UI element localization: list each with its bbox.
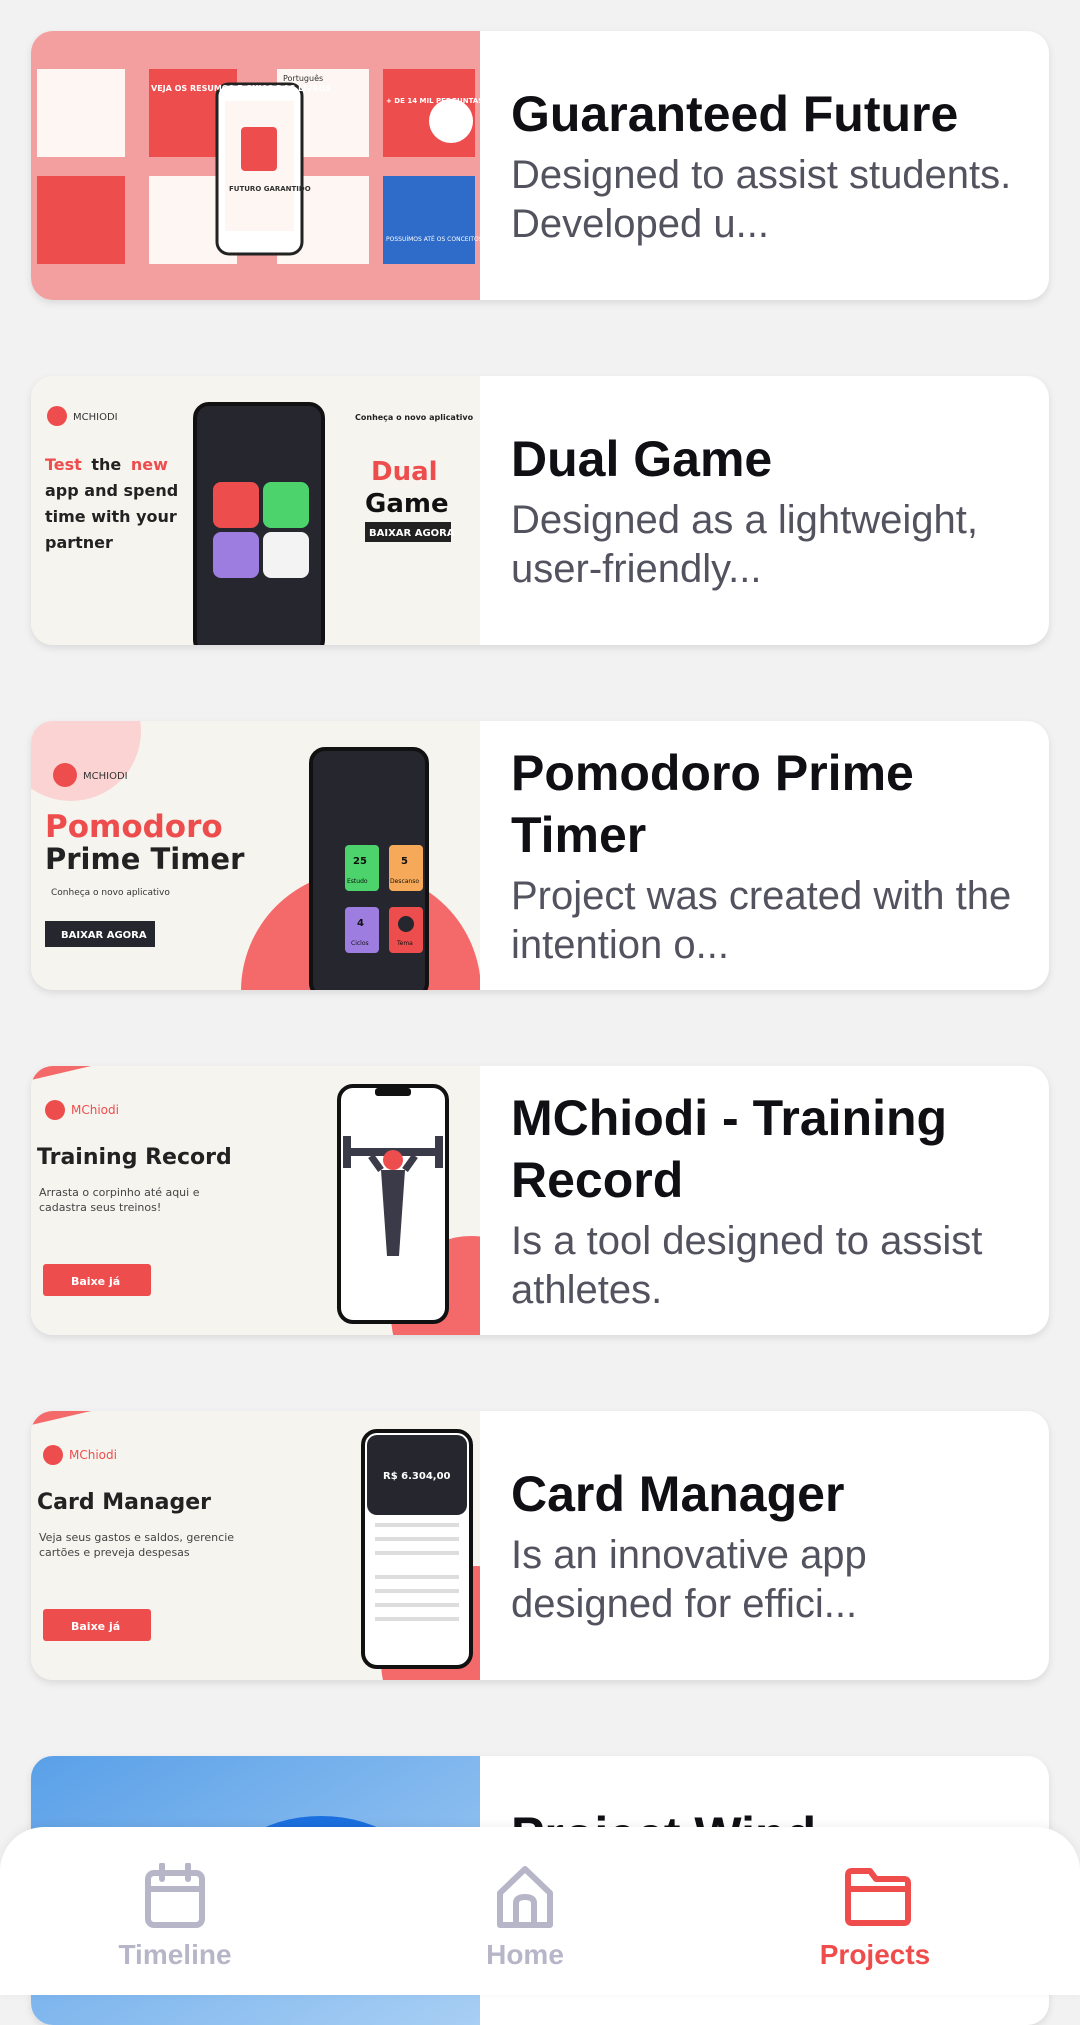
- thumb-app-name: Dual: [371, 457, 438, 487]
- project-thumbnail: MCHIODI Test the new app and spend time …: [31, 376, 480, 645]
- thumb-subtitle: Arrasta o corpinho até aqui e: [39, 1186, 200, 1199]
- project-description: Designed to assist students. Developed u…: [511, 152, 1012, 246]
- thumb-tagline: Test: [45, 455, 82, 474]
- nav-timeline[interactable]: Timeline: [45, 1827, 305, 1995]
- home-icon: [497, 1866, 553, 1928]
- thumb-promo: Conheça o novo aplicativo: [355, 413, 474, 422]
- project-title: Guaranteed Future: [511, 85, 959, 142]
- thumb-brand: MChiodi: [69, 1448, 117, 1462]
- project-card-pomodoro[interactable]: MCHIODI Pomodoro Prime Timer Conheça o n…: [31, 721, 1049, 990]
- thumb-tagline: the: [91, 455, 121, 474]
- project-card-guaranteed-future[interactable]: VEJA OS RESUMOS E GUIAS DOS LIVROS Portu…: [31, 31, 1049, 300]
- nav-label: Home: [486, 1939, 564, 1970]
- thumb-cta: Baixe já: [71, 1275, 120, 1288]
- thumb-app-name: Game: [365, 489, 449, 519]
- thumb-app-name: Pomodoro: [45, 809, 223, 845]
- tile-label: Ciclos: [351, 940, 369, 947]
- project-description: Is a tool designed to assist athletes.: [511, 1218, 983, 1312]
- thumb-text: VEJA OS RESUMOS E GUIAS DOS LIVROS: [151, 84, 331, 93]
- thumb-text: Português: [283, 73, 323, 83]
- project-thumbnail: MCHIODI Pomodoro Prime Timer Conheça o n…: [31, 721, 480, 990]
- svg-text:Test the n: Test the new: [45, 455, 168, 474]
- thumb-balance: R$ 6.304,00: [383, 1471, 451, 1482]
- tile-number: 5: [401, 856, 408, 867]
- thumb-tagline: app and spend: [45, 481, 178, 500]
- project-card-card-manager[interactable]: MChiodi Card Manager Veja seus gastos e …: [31, 1411, 1049, 1680]
- project-title: Card Manager: [511, 1465, 845, 1522]
- thumb-tagline: partner: [45, 533, 113, 552]
- project-info: Guaranteed Future Designed to assist stu…: [511, 31, 1029, 300]
- tile-label: Tema: [396, 940, 413, 947]
- folder-icon: [845, 1868, 911, 1926]
- thumb-subtitle: cartões e preveja despesas: [39, 1546, 190, 1559]
- project-title: Dual Game: [511, 430, 773, 487]
- project-card-training-record[interactable]: MChiodi Training Record Arrasta o corpin…: [31, 1066, 1049, 1335]
- thumb-subtitle: Veja seus gastos e saldos, gerencie: [39, 1531, 234, 1544]
- project-info: MChiodi - Training Record Is a tool desi…: [511, 1066, 1029, 1335]
- project-description: Project was created with the intention o…: [511, 873, 1012, 967]
- project-card-dual-game[interactable]: MCHIODI Test the new app and spend time …: [31, 376, 1049, 645]
- thumb-cta: Baixe já: [71, 1620, 120, 1633]
- project-thumbnail: VEJA OS RESUMOS E GUIAS DOS LIVROS Portu…: [31, 31, 480, 300]
- project-thumbnail: MChiodi Training Record Arrasta o corpin…: [31, 1066, 480, 1335]
- project-info: Pomodoro Prime Timer Project was created…: [511, 721, 1029, 990]
- thumb-subtitle: cadastra seus treinos!: [39, 1201, 161, 1214]
- thumb-tagline: time with your: [45, 507, 177, 526]
- project-info: Dual Game Designed as a lightweight, use…: [511, 376, 1029, 645]
- thumb-app-name: Training Record: [37, 1145, 232, 1170]
- thumb-promo: Conheça o novo aplicativo: [51, 888, 170, 898]
- thumb-text: POSSUÍMOS ATÉ OS CONCEITOS: [386, 235, 480, 243]
- thumb-brand: MCHIODI: [83, 771, 128, 782]
- thumb-cta: BAIXAR AGORA: [61, 930, 147, 941]
- thumb-cta: BAIXAR AGORA: [369, 528, 455, 539]
- calendar-icon: [145, 1863, 205, 1928]
- project-description: Is an innovative app designed for effici…: [511, 1532, 867, 1626]
- thumb-tagline: new: [131, 455, 168, 474]
- project-description: Designed as a lightweight, user-friendly…: [511, 497, 978, 591]
- thumb-brand: MCHIODI: [73, 412, 118, 423]
- nav-home[interactable]: Home: [395, 1827, 655, 1995]
- project-info: Card Manager Is an innovative app design…: [511, 1411, 1029, 1680]
- thumb-app-name: Card Manager: [37, 1490, 211, 1515]
- tile-number: 4: [357, 918, 364, 929]
- thumb-text: + DE 14 MIL PERGUNTAS: [386, 97, 480, 105]
- thumb-app-name: Prime Timer: [45, 842, 245, 876]
- project-title: MChiodi - Training Record: [511, 1089, 948, 1208]
- thumb-brand: MChiodi: [71, 1103, 119, 1117]
- bottom-nav: Timeline Home Projects: [0, 1827, 1080, 1995]
- tile-number: 25: [353, 856, 367, 867]
- nav-label: Timeline: [118, 1939, 232, 1970]
- project-title: Pomodoro Prime Timer: [511, 744, 914, 863]
- nav-label: Projects: [819, 1939, 931, 1970]
- nav-projects[interactable]: Projects: [745, 1827, 1005, 1995]
- tile-label: Estudo: [347, 878, 368, 885]
- thumb-text: FUTURO GARANTIDO: [229, 185, 311, 193]
- project-thumbnail: MChiodi Card Manager Veja seus gastos e …: [31, 1411, 480, 1680]
- tile-label: Descanso: [390, 878, 419, 885]
